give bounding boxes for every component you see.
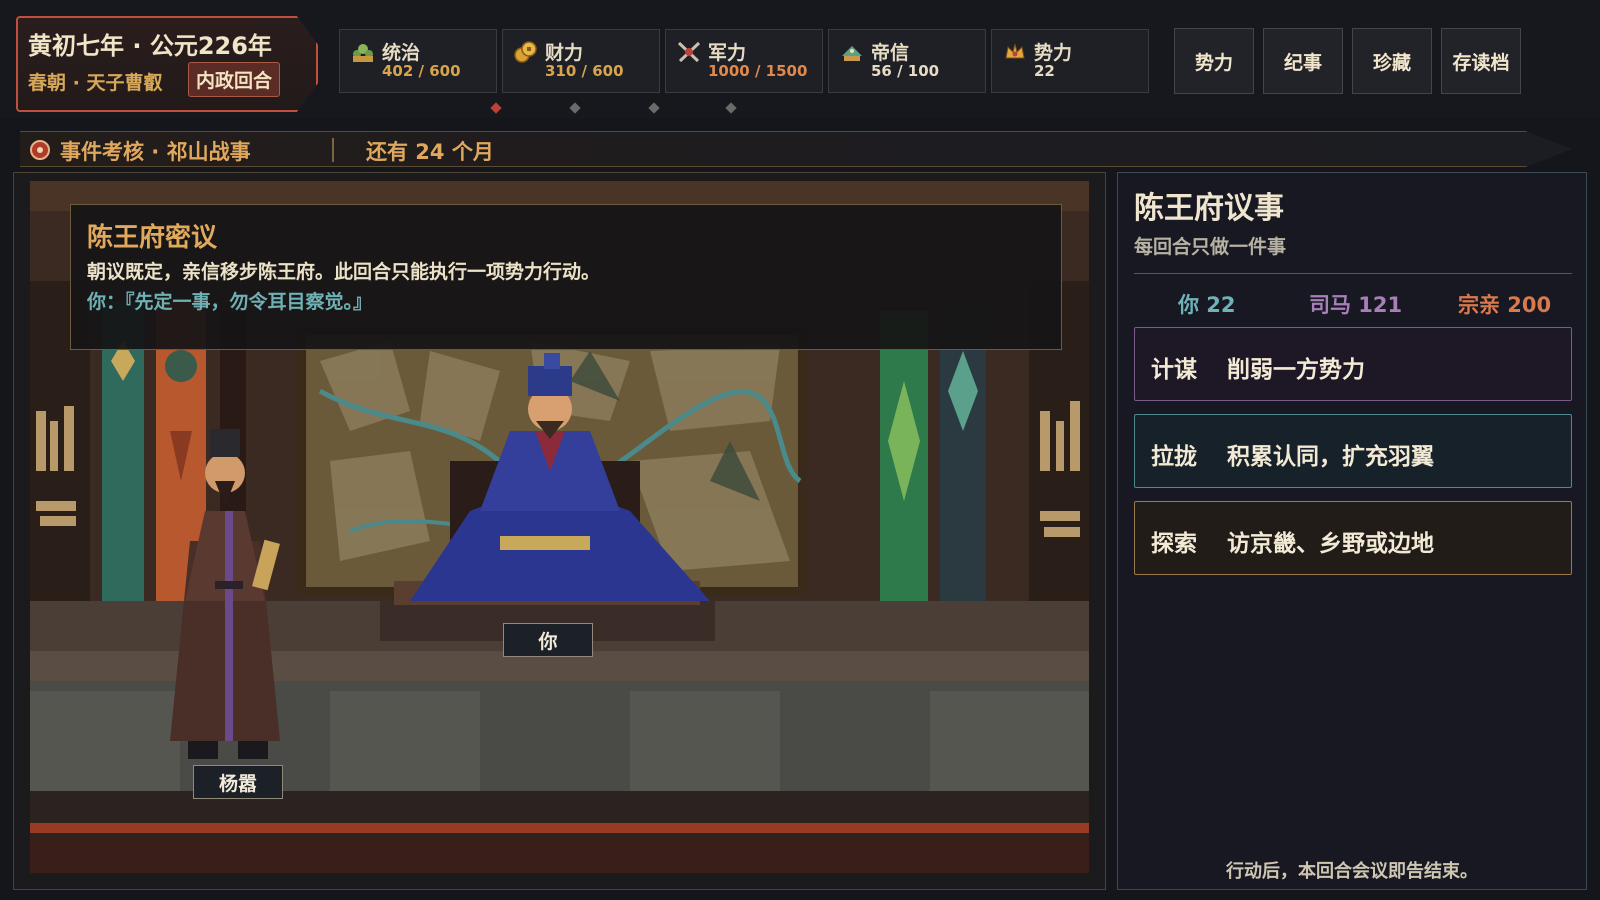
page-indicator: [569, 102, 581, 114]
stat-imperial-trust: 帝信 56 / 100: [828, 29, 986, 93]
top-bar: 黄初七年 · 公元226年 春朝 · 天子曹叡 内政回合 统治 402 / 60…: [0, 0, 1600, 118]
chronicle-button[interactable]: 纪事: [1263, 28, 1343, 94]
stat-wealth: 财力 310 / 600: [502, 29, 660, 93]
option-key: 计谋: [1151, 357, 1197, 383]
divider: [332, 138, 334, 162]
stat-value: 56 / 100: [871, 62, 940, 80]
stat-label: 势力: [1034, 42, 1073, 64]
scene-illustration: 陈王府密议 朝议既定，亲信移步陈王府。此回合只能执行一项势力行动。 你：『先定一…: [30, 181, 1089, 873]
dialog-speech: 你：『先定一事，勿令耳目察觉。』: [87, 291, 373, 313]
dialog-title: 陈王府密议: [87, 223, 218, 253]
player-nameplate[interactable]: 你: [503, 623, 593, 657]
save-load-button[interactable]: 存读档: [1441, 28, 1521, 94]
page-indicator-active: [490, 102, 502, 114]
score-sima: 司马 121: [1309, 293, 1403, 317]
option-recruit[interactable]: 拉拢 积累认同，扩充羽翼: [1134, 414, 1572, 488]
option-desc: 削弱一方势力: [1227, 357, 1365, 383]
stat-label: 帝信: [871, 42, 910, 64]
page-indicator: [648, 102, 660, 114]
advisor-nameplate[interactable]: 杨嚣: [193, 765, 283, 799]
score-player: 你 22: [1178, 293, 1236, 317]
scene-panel: 陈王府密议 朝议既定，亲信移步陈王府。此回合只能执行一项势力行动。 你：『先定一…: [13, 172, 1106, 890]
stat-label: 军力: [708, 42, 747, 64]
crossed-swords-icon: [676, 40, 702, 64]
stat-faction: 势力 22: [991, 29, 1149, 93]
option-desc: 积累认同，扩充羽翼: [1227, 444, 1434, 470]
panel-footer-note: 行动后，本回合会议即告结束。: [1226, 861, 1478, 882]
era-panel: 黄初七年 · 公元226年 春朝 · 天子曹叡 内政回合: [16, 16, 318, 112]
page-indicator: [725, 102, 737, 114]
score-imperial-clan: 宗亲 200: [1458, 293, 1552, 317]
option-scheme[interactable]: 计谋 削弱一方势力: [1134, 327, 1572, 401]
event-label: 事件考核 · 祁山战事: [60, 140, 251, 164]
divider: [1134, 273, 1572, 274]
stat-value: 310 / 600: [545, 62, 624, 80]
phase-badge: 内政回合: [188, 62, 281, 97]
court-info: 春朝 · 天子曹叡: [28, 72, 163, 94]
imperial-trust-icon: [839, 40, 865, 64]
governance-icon: [350, 40, 376, 64]
option-desc: 访京畿、乡野或边地: [1227, 531, 1434, 557]
stat-value: 22: [1034, 62, 1055, 80]
panel-title: 陈王府议事: [1134, 191, 1284, 226]
stat-military: 军力 1000 / 1500: [665, 29, 823, 93]
option-key: 拉拢: [1151, 444, 1197, 470]
option-explore[interactable]: 探索 访京畿、乡野或边地: [1134, 501, 1572, 575]
dialog-narration: 朝议既定，亲信移步陈王府。此回合只能执行一项势力行动。: [87, 261, 601, 283]
option-key: 探索: [1151, 531, 1197, 557]
stat-label: 统治: [382, 42, 421, 64]
event-marker-icon: [30, 140, 50, 160]
faction-crown-icon: [1002, 40, 1028, 64]
faction-button[interactable]: 势力: [1174, 28, 1254, 94]
stat-governance: 统治 402 / 600: [339, 29, 497, 93]
treasures-button[interactable]: 珍藏: [1352, 28, 1432, 94]
event-ribbon: 事件考核 · 祁山战事 还有 24 个月: [20, 131, 1572, 167]
dialog-box: 陈王府密议 朝议既定，亲信移步陈王府。此回合只能执行一项势力行动。 你：『先定一…: [70, 204, 1062, 350]
stat-value: 402 / 600: [382, 62, 461, 80]
era-title: 黄初七年 · 公元226年: [28, 32, 272, 60]
stat-value: 1000 / 1500: [708, 62, 808, 80]
event-countdown: 还有 24 个月: [366, 140, 494, 164]
coins-icon: [513, 40, 539, 64]
panel-subtitle: 每回合只做一件事: [1134, 236, 1287, 258]
stat-label: 财力: [545, 42, 584, 64]
council-panel: 陈王府议事 每回合只做一件事 你 22 司马 121 宗亲 200 计谋 削弱一…: [1117, 172, 1587, 890]
